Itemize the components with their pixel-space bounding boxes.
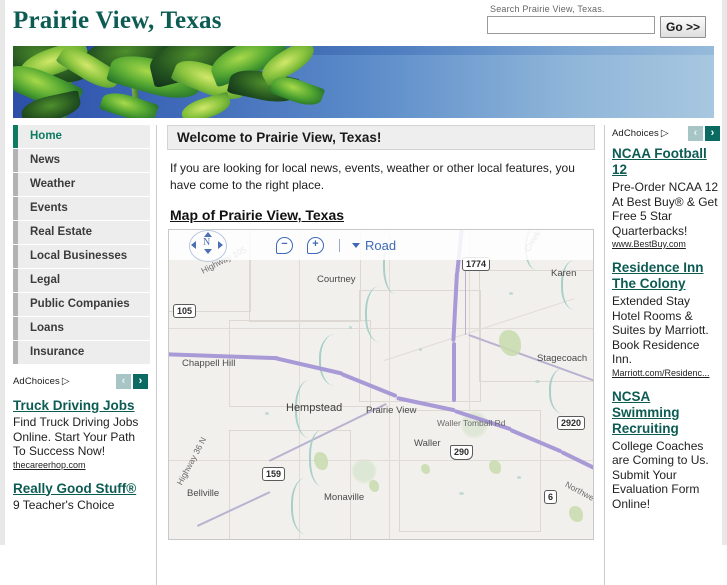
ad-display-url[interactable]: Marriott.com/Residenc... [612,368,720,378]
ad-title-link[interactable]: Residence Inn The Colony [612,260,720,292]
search-area: Search Prairie View, Texas. Go >> [487,4,717,38]
map-canvas[interactable]: Courtney Karen Chappell Hill Stagecoach … [169,230,593,539]
sidebar-item-events[interactable]: Events [13,197,150,220]
ad-unit: Residence Inn The Colony Extended Stay H… [612,260,720,378]
sidebar-item-news[interactable]: News [13,149,150,172]
adchoices-label[interactable]: AdChoices [13,376,60,387]
adchoices-label[interactable]: AdChoices [612,128,659,139]
main-navigation: Home News Weather Events Real Estate Loc… [5,125,156,364]
left-ad-block: AdChoices ▷ ‹ › Truck Driving Jobs Find … [5,373,156,512]
ad-unit: Really Good Stuff® 9 Teacher's Choice [13,481,148,513]
intro-text: If you are looking for local news, event… [170,161,575,192]
sidebar-item-home[interactable]: Home [13,125,150,148]
pan-right-icon[interactable] [218,241,223,249]
ad-prev-arrow-icon[interactable]: ‹ [116,373,131,389]
search-input[interactable] [487,16,655,34]
map-view-mode-dropdown[interactable]: Road [352,238,396,253]
controls-divider [339,238,340,252]
map-place-label: Chappell Hill [182,358,236,369]
ad-title-link[interactable]: NCSA Swimming Recruiting [612,389,720,437]
ad-next-arrow-icon[interactable]: › [705,125,720,141]
left-sidebar: Home News Weather Events Real Estate Loc… [5,125,157,585]
sidebar-item-insurance[interactable]: Insurance [13,341,150,364]
page-root: Prairie View, Texas Search Prairie View,… [0,0,727,585]
map-heading: Map of Prairie View, Texas [170,207,345,223]
zoom-in-icon[interactable]: + [307,236,324,254]
map-highway-shield: 159 [262,467,286,481]
main-column: Welcome to Prairie View, Texas! If you a… [158,125,605,585]
map-place-label: Prairie View [366,405,417,416]
ad-description: Pre-Order NCAA 12 At Best Buy® & Get Fre… [612,180,719,238]
adchoices-triangle-icon: ▷ [660,127,669,139]
ad-description: 9 Teacher's Choice [13,497,115,512]
page-title: Welcome to Prairie View, Texas! [167,125,595,150]
sidebar-item-public-companies[interactable]: Public Companies [13,293,150,316]
map-view-mode-label: Road [365,237,397,253]
sidebar-item-legal[interactable]: Legal [13,269,150,292]
chevron-down-icon [352,242,360,248]
map-road-label: Waller Tomball Rd [437,418,506,428]
map-highway-shield: 2920 [557,416,586,430]
left-adchoices-row: AdChoices ▷ ‹ › [13,373,148,389]
ad-description: College Coaches are Coming to Us. Submit… [612,438,709,511]
page-content: Home News Weather Events Real Estate Loc… [5,125,722,585]
pan-left-icon[interactable] [191,241,196,249]
ad-next-arrow-icon[interactable]: › [133,373,148,389]
ad-display-url[interactable]: www.BestBuy.com [612,239,720,249]
pan-down-icon[interactable] [204,249,212,254]
map-pan-compass[interactable]: N [185,230,229,262]
map-place-label: Hempstead [286,402,343,414]
site-title: Prairie View, Texas [13,7,222,34]
map-widget[interactable]: Courtney Karen Chappell Hill Stagecoach … [168,229,594,540]
map-highway-shield: 6 [544,490,558,504]
ad-unit: NCSA Swimming Recruiting College Coaches… [612,389,720,512]
search-go-button[interactable]: Go >> [660,16,707,38]
right-sidebar: AdChoices ▷ ‹ › NCAA Football 12 Pre-Ord… [606,125,722,585]
ad-description: Find Truck Driving Jobs Online. Start Yo… [13,415,139,458]
sidebar-item-loans[interactable]: Loans [13,317,150,340]
banner-image [13,46,714,118]
ad-display-url[interactable]: thecareerhop.com [13,460,148,470]
map-controls: N − + Road [169,230,593,262]
palm-foliage-graphic [13,46,333,118]
search-label: Search Prairie View, Texas. [490,4,605,14]
ad-unit: NCAA Football 12 Pre-Order NCAA 12 At Be… [612,146,720,249]
zoom-out-icon[interactable]: − [276,236,293,254]
map-highway-shield: 105 [173,304,197,318]
pan-up-icon[interactable] [204,232,212,237]
ad-title-link[interactable]: Truck Driving Jobs [13,398,148,413]
map-place-label: Karen [551,268,577,279]
map-place-label: Courtney [317,274,356,285]
map-place-label: Bellville [187,488,220,499]
ad-unit: Truck Driving Jobs Find Truck Driving Jo… [13,398,148,470]
map-place-label: Waller [414,438,441,449]
ad-title-link[interactable]: NCAA Football 12 [612,146,720,178]
sidebar-item-real-estate[interactable]: Real Estate [13,221,150,244]
ad-prev-arrow-icon[interactable]: ‹ [688,125,703,141]
adchoices-triangle-icon: ▷ [61,375,70,387]
map-place-label: Monaville [324,492,365,503]
compass-north-label: N [203,237,211,248]
sidebar-item-local-businesses[interactable]: Local Businesses [13,245,150,268]
map-highway-shield: 290 [450,445,474,460]
map-place-label: Stagecoach [537,353,588,364]
ad-title-link[interactable]: Really Good Stuff® [13,481,148,496]
sidebar-item-weather[interactable]: Weather [13,173,150,196]
site-header: Prairie View, Texas Search Prairie View,… [5,0,722,46]
right-adchoices-row: AdChoices ▷ ‹ › [612,125,720,141]
ad-description: Extended Stay Hotel Rooms & Suites by Ma… [612,294,709,366]
